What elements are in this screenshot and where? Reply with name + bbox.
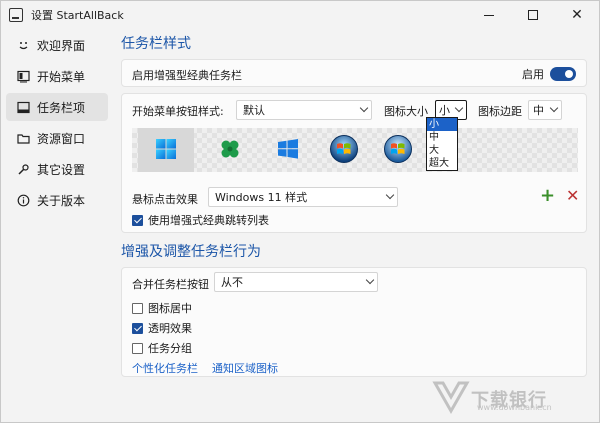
title-bar: 设置 StartAllBack ✕ <box>1 1 599 29</box>
add-icon[interactable]: + <box>540 185 555 206</box>
sidebar: 欢迎界面 开始菜单 任务栏项 资源窗口 其它设置 关于版本 <box>1 31 113 217</box>
grouping-label: 任务分组 <box>148 342 192 355</box>
sidebar-item-label: 开始菜单 <box>37 69 86 84</box>
minimize-icon <box>484 14 494 16</box>
combine-buttons-label: 合并任务栏按钮 <box>132 278 209 291</box>
close-icon: ✕ <box>571 7 583 23</box>
preview-windows10[interactable] <box>260 128 316 172</box>
clover-icon <box>219 138 241 163</box>
sidebar-item-label: 其它设置 <box>37 162 86 177</box>
preview-windows7-orb-alt[interactable] <box>370 128 426 172</box>
sidebar-item-label: 资源窗口 <box>37 131 86 146</box>
windows7-orb-icon <box>329 134 359 167</box>
sidebar-item-welcome[interactable]: 欢迎界面 <box>6 31 108 59</box>
main-panel: 任务栏样式 启用增强型经典任务栏 启用 开始菜单按钮样式: 默认 图标大小 小 … <box>113 29 599 422</box>
windows10-start-icon <box>277 138 299 163</box>
chevron-down-icon <box>359 103 369 113</box>
transparency-checkbox[interactable] <box>132 322 143 334</box>
sidebar-item-start-menu[interactable]: 开始菜单 <box>6 62 108 90</box>
window-title: 设置 StartAllBack <box>31 9 124 22</box>
watermark-logo-icon <box>431 379 471 418</box>
icon-size-option[interactable]: 超大 <box>427 157 457 170</box>
start-button-style-value: 默认 <box>243 104 265 117</box>
chevron-down-icon <box>454 103 464 113</box>
jumplist-checkbox-row[interactable]: 使用增强式经典跳转列表 <box>132 212 269 228</box>
sidebar-item-taskbar[interactable]: 任务栏项 <box>6 93 108 121</box>
transparency-label: 透明效果 <box>148 322 192 335</box>
preview-windows7-orb[interactable] <box>316 128 372 172</box>
section-title-taskbar-behavior: 增强及调整任务栏行为 <box>121 244 261 260</box>
transparency-row[interactable]: 透明效果 <box>132 320 192 336</box>
section-title-taskbar-style: 任务栏样式 <box>121 36 191 52</box>
start-button-style-select[interactable]: 默认 <box>236 100 372 120</box>
icon-margin-select[interactable]: 中 <box>528 100 562 120</box>
chevron-down-icon <box>385 190 395 200</box>
toggle-label: 启用 <box>522 68 544 81</box>
icon-size-value: 小 <box>439 104 450 117</box>
sidebar-item-other-settings[interactable]: 其它设置 <box>6 155 108 183</box>
windows7-orb-alt-icon <box>383 134 413 167</box>
windows11-start-icon <box>155 138 177 163</box>
icon-size-label: 图标大小 <box>384 105 428 118</box>
icon-size-dropdown-list: 小 中 大 超大 <box>426 117 458 171</box>
folder-icon <box>16 131 30 145</box>
settings-window: 设置 StartAllBack ✕ 欢迎界面 开始菜单 任务栏项 资源窗口 其它… <box>0 0 600 423</box>
start-button-preview-strip <box>132 128 578 172</box>
jumplist-label: 使用增强式经典跳转列表 <box>148 214 269 227</box>
start-button-style-label: 开始菜单按钮样式: <box>132 105 224 118</box>
enhanced-taskbar-toggle[interactable] <box>550 67 576 81</box>
center-icons-checkbox[interactable] <box>132 302 143 314</box>
window-controls: ✕ <box>467 1 599 29</box>
chevron-down-icon <box>549 103 559 113</box>
enhanced-taskbar-card: 启用增强型经典任务栏 启用 <box>121 59 587 87</box>
grouping-checkbox[interactable] <box>132 342 143 354</box>
maximize-icon <box>528 10 538 20</box>
icon-size-option[interactable]: 小 <box>427 118 457 131</box>
icon-size-option[interactable]: 中 <box>427 131 457 144</box>
sidebar-item-about[interactable]: 关于版本 <box>6 186 108 214</box>
taskbar-icon <box>16 100 30 114</box>
hover-effect-value: Windows 11 样式 <box>215 191 308 204</box>
center-icons-label: 图标居中 <box>148 302 192 315</box>
notification-area-icons-link[interactable]: 通知区域图标 <box>212 360 278 376</box>
sidebar-item-explorer[interactable]: 资源窗口 <box>6 124 108 152</box>
close-button[interactable]: ✕ <box>555 1 599 29</box>
taskbar-behavior-card: 合并任务栏按钮 从不 图标居中 透明效果 任务分组 个性化任务栏 通知区域图标 <box>121 267 587 377</box>
jumplist-checkbox[interactable] <box>132 214 143 226</box>
start-menu-icon <box>16 69 30 83</box>
remove-icon[interactable]: ✕ <box>566 186 579 205</box>
watermark: 下载银行 www.downbank.cn <box>431 379 552 418</box>
preview-windows11[interactable] <box>138 128 194 172</box>
sidebar-item-label: 关于版本 <box>37 193 86 208</box>
minimize-button[interactable] <box>467 1 511 29</box>
chevron-down-icon <box>365 275 375 285</box>
maximize-button[interactable] <box>511 1 555 29</box>
watermark-subtext: www.downbank.cn <box>477 403 552 412</box>
icon-size-option[interactable]: 大 <box>427 144 457 157</box>
sidebar-item-label: 欢迎界面 <box>37 38 86 53</box>
taskbar-style-card: 开始菜单按钮样式: 默认 图标大小 小 图标边距 中 悬标点击效果 Window… <box>121 93 587 233</box>
hover-effect-label: 悬标点击效果 <box>132 193 198 206</box>
app-icon <box>9 8 23 22</box>
info-icon <box>16 193 30 207</box>
smiley-icon <box>16 38 30 52</box>
preview-clover[interactable] <box>202 128 258 172</box>
hover-effect-select[interactable]: Windows 11 样式 <box>208 187 398 207</box>
enhanced-taskbar-label: 启用增强型经典任务栏 <box>132 69 242 82</box>
combine-buttons-select[interactable]: 从不 <box>214 272 378 292</box>
icon-margin-value: 中 <box>533 104 544 117</box>
personalize-taskbar-link[interactable]: 个性化任务栏 <box>132 360 198 376</box>
icon-margin-label: 图标边距 <box>478 105 522 118</box>
center-icons-row[interactable]: 图标居中 <box>132 300 192 316</box>
wrench-icon <box>16 162 30 176</box>
grouping-row[interactable]: 任务分组 <box>132 340 192 356</box>
combine-buttons-value: 从不 <box>221 276 243 289</box>
sidebar-item-label: 任务栏项 <box>37 100 86 115</box>
